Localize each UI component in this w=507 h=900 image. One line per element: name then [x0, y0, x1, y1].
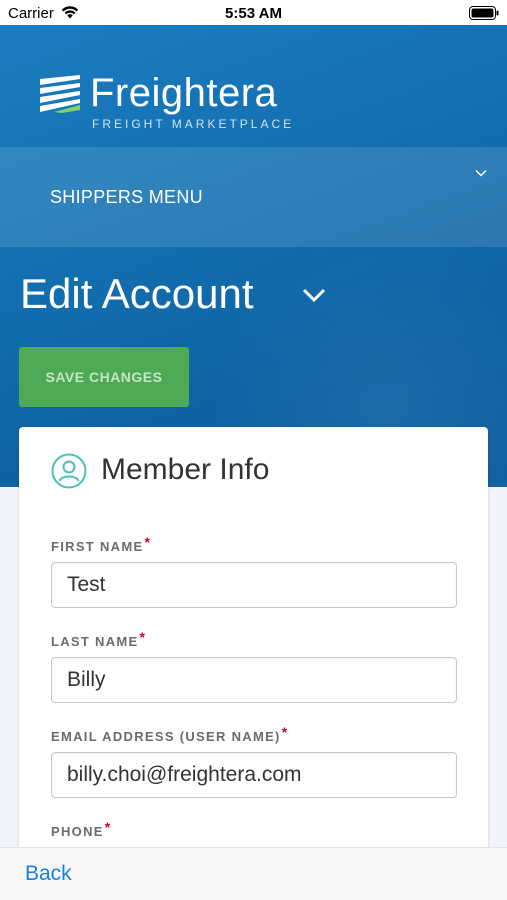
required-marker: * [139, 629, 147, 645]
required-marker: * [144, 534, 152, 550]
page-title: Edit Account [20, 270, 254, 317]
first-name-label: FIRST NAME* [51, 534, 151, 554]
brand-tagline: FREIGHT MARKETPLACE [92, 117, 295, 131]
member-info-card: Member Info FIRST NAME* LAST NAME* EMAIL… [19, 427, 488, 867]
bottom-bar: Back [0, 847, 507, 900]
required-marker: * [104, 819, 112, 835]
email-input[interactable] [51, 752, 457, 798]
last-name-label: LAST NAME* [51, 629, 146, 649]
email-label: EMAIL ADDRESS (USER NAME)* [51, 724, 288, 744]
battery-icon [469, 6, 499, 20]
status-bar: Carrier 5:53 AM [0, 0, 507, 25]
brand-logo[interactable]: Freightera FREIGHT MARKETPLACE [40, 71, 300, 137]
back-button[interactable]: Back [25, 862, 72, 886]
save-changes-button[interactable]: SAVE CHANGES [19, 347, 189, 407]
first-name-label-text: FIRST NAME [51, 539, 144, 554]
email-label-text: EMAIL ADDRESS (USER NAME) [51, 729, 281, 744]
phone-label-text: PHONE [51, 824, 104, 839]
last-name-label-text: LAST NAME [51, 634, 139, 649]
last-name-input[interactable] [51, 657, 457, 703]
header-hero: Freightera FREIGHT MARKETPLACE SHIPPERS … [0, 25, 507, 487]
shippers-menu-label: SHIPPERS MENU [50, 187, 203, 207]
chevron-down-icon[interactable] [302, 287, 326, 303]
chevron-down-icon [475, 169, 487, 177]
brand-name: Freightera [90, 71, 278, 115]
phone-label: PHONE* [51, 819, 111, 839]
card-title: Member Info [101, 453, 270, 486]
shippers-menu-toggle[interactable]: SHIPPERS MENU [0, 147, 507, 247]
member-icon [51, 453, 87, 489]
freightera-logo-icon [40, 75, 80, 113]
clock-label: 5:53 AM [225, 5, 282, 22]
required-marker: * [281, 724, 289, 740]
first-name-input[interactable] [51, 562, 457, 608]
